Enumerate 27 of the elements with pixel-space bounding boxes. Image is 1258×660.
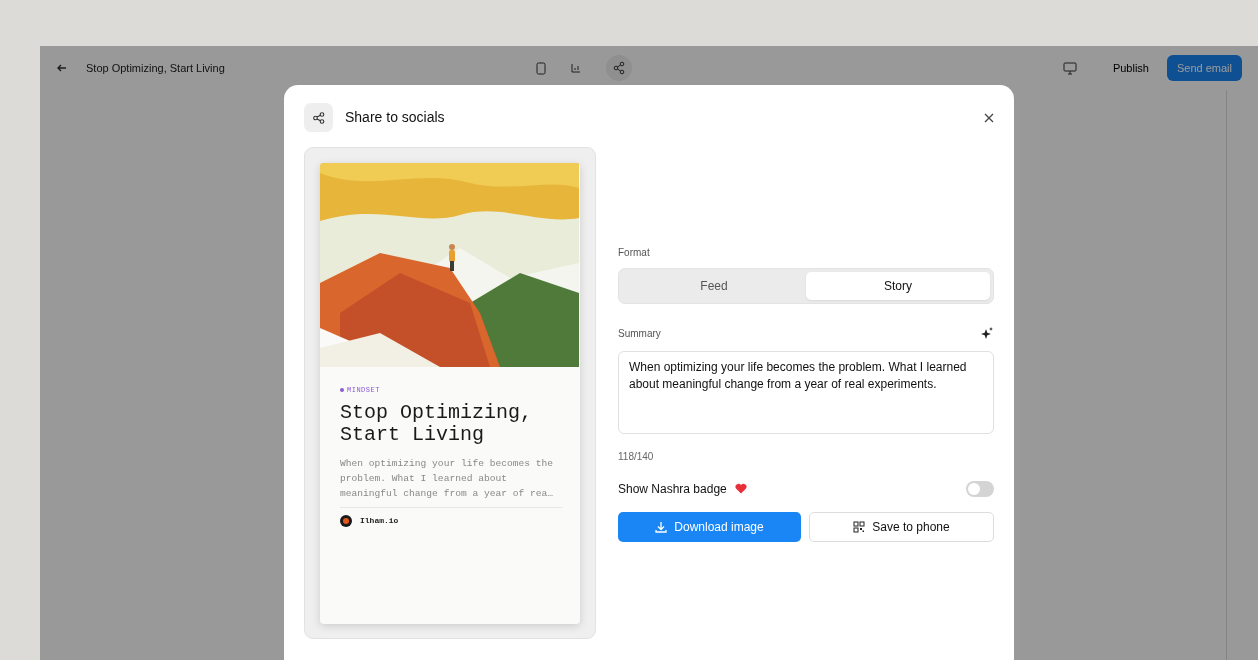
format-tab[interactable]: Story bbox=[806, 271, 990, 300]
qr-code-icon bbox=[853, 520, 866, 533]
close-icon[interactable] bbox=[984, 112, 994, 123]
share-icon[interactable] bbox=[605, 55, 632, 81]
format-tab[interactable]: Feed bbox=[622, 271, 806, 300]
sparkles-icon[interactable] bbox=[980, 326, 994, 340]
save-to-phone-button[interactable]: Save to phone bbox=[809, 511, 994, 542]
author-avatar-icon bbox=[340, 514, 352, 527]
share-icon bbox=[304, 103, 333, 132]
dialog-title: Share to socials bbox=[345, 108, 445, 127]
toggle-switch[interactable] bbox=[966, 480, 994, 497]
publish-button[interactable]: Publish bbox=[1102, 54, 1159, 82]
monitor-icon[interactable] bbox=[1062, 61, 1077, 75]
download-icon bbox=[655, 520, 668, 533]
phone-icon[interactable] bbox=[535, 61, 546, 75]
character-counter: 118/140 bbox=[618, 449, 655, 464]
author-name: Ilham.io bbox=[360, 514, 399, 527]
summary-field[interactable]: When optimizing your life becomes the problem. What I learned about meaningful change from a year of real experiments. bbox=[618, 350, 994, 434]
document-title: Stop Optimizing, Start Living bbox=[86, 60, 225, 76]
badge-label: Show Nashra badge bbox=[618, 480, 727, 498]
back-arrow-icon[interactable] bbox=[56, 62, 68, 74]
format-label: Format bbox=[618, 245, 651, 260]
card-headline: Stop Optimizing, Start Living bbox=[340, 401, 534, 446]
download-button[interactable]: Download image bbox=[618, 511, 801, 542]
summary-label: Summary bbox=[618, 326, 661, 341]
card-excerpt: When optimizing your life becomes the problem. What I learned about meaningful change from a year of rea… bbox=[340, 455, 562, 508]
heart-icon bbox=[734, 483, 747, 494]
